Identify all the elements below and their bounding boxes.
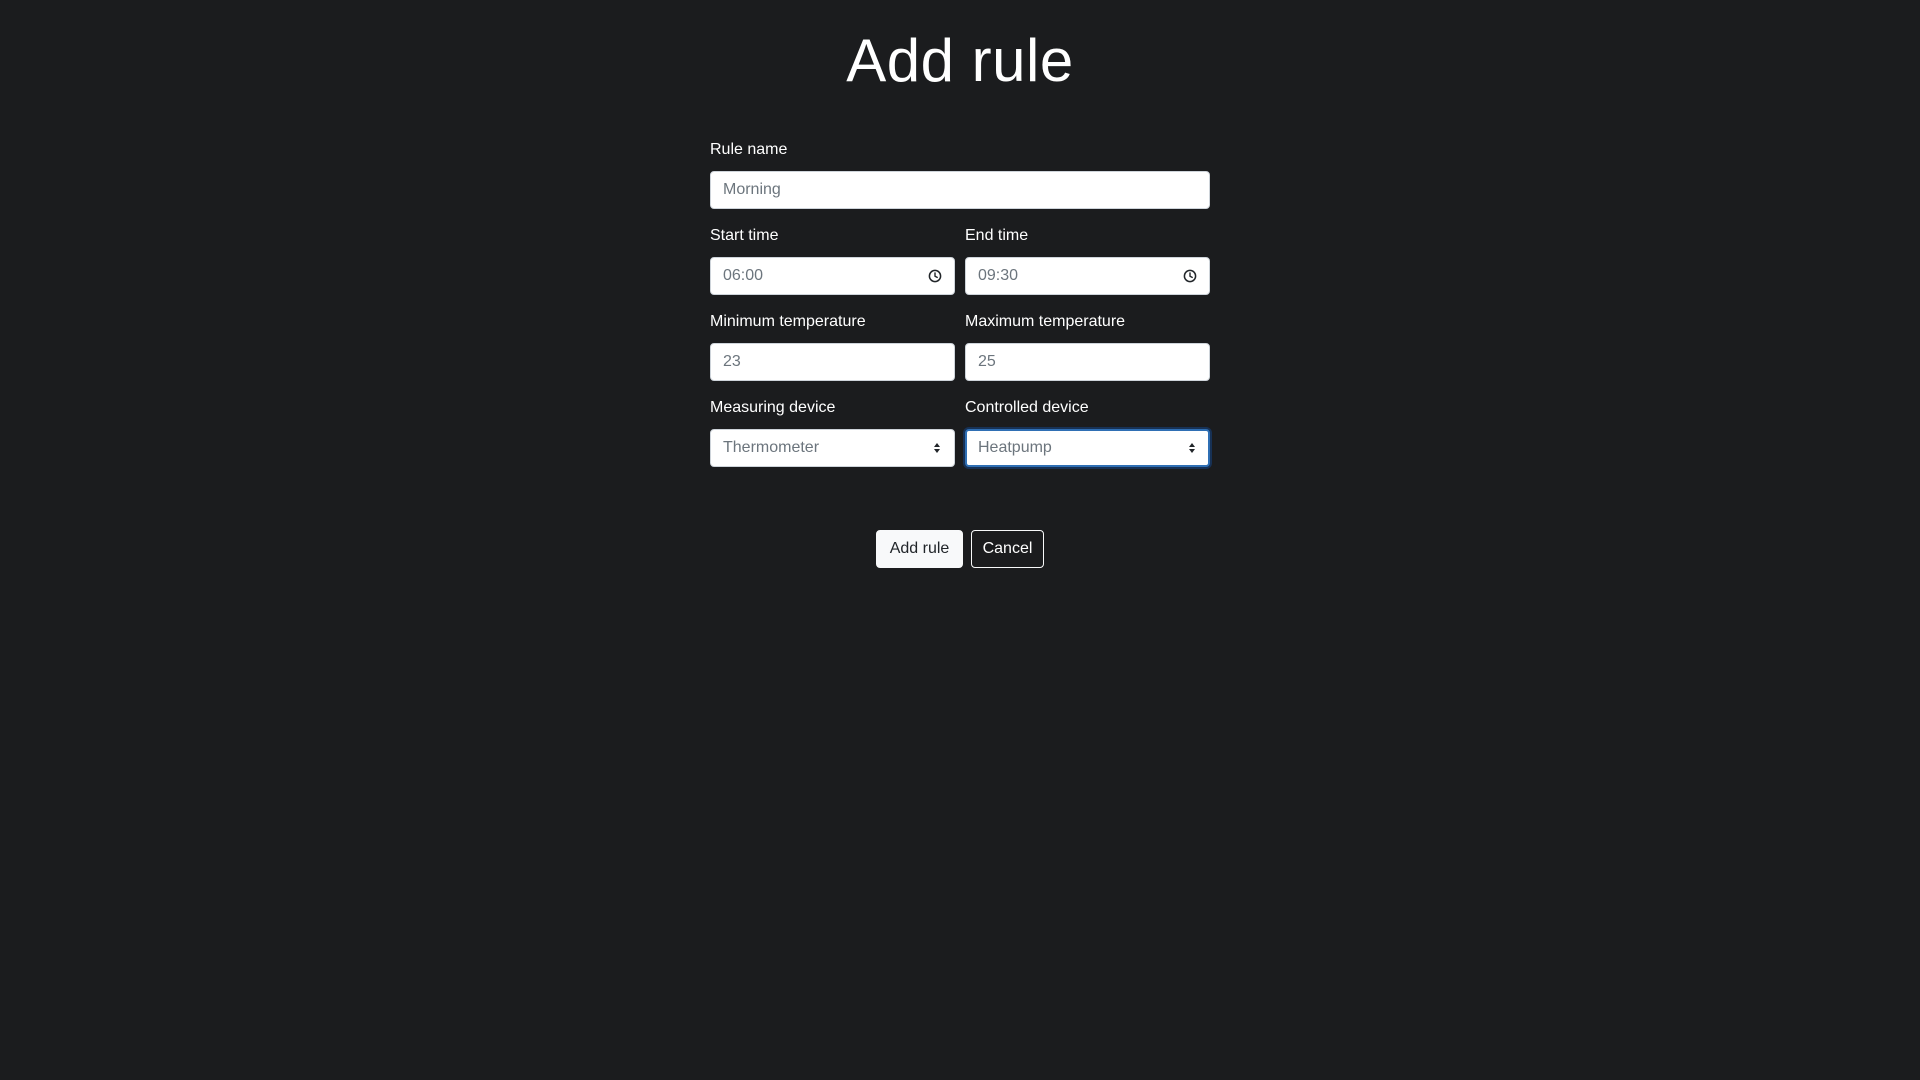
controlled-device-label: Controlled device	[965, 399, 1089, 416]
clock-icon[interactable]	[1183, 269, 1197, 283]
measuring-device-value: Thermometer	[723, 439, 820, 456]
add-rule-page: Add rule Rule name Morning Start time 06…	[0, 0, 1920, 1080]
measuring-device-select[interactable]: Thermometer	[710, 429, 955, 467]
min-temperature-input[interactable]: 23	[710, 343, 955, 381]
end-time-label: End time	[965, 227, 1029, 244]
clock-icon[interactable]	[928, 269, 942, 283]
controlled-device-select[interactable]: Heatpump	[965, 429, 1210, 467]
end-time-value: 09:30	[978, 267, 1019, 284]
add-rule-button[interactable]: Add rule	[876, 530, 963, 568]
measuring-device-label: Measuring device	[710, 399, 836, 416]
controlled-device-value: Heatpump	[978, 439, 1052, 456]
rule-name-value: Morning	[723, 181, 781, 198]
end-time-input[interactable]: 09:30	[965, 257, 1210, 295]
select-arrows-icon	[1187, 441, 1197, 455]
select-arrows-icon	[932, 441, 942, 455]
start-time-input[interactable]: 06:00	[710, 257, 955, 295]
rule-name-label: Rule name	[710, 141, 788, 158]
start-time-value: 06:00	[723, 267, 764, 284]
page-title: Add rule	[846, 27, 1074, 94]
max-temperature-label: Maximum temperature	[965, 313, 1126, 330]
min-temperature-label: Minimum temperature	[710, 313, 866, 330]
min-temperature-value: 23	[723, 353, 741, 370]
max-temperature-input[interactable]: 25	[965, 343, 1210, 381]
rule-name-input[interactable]: Morning	[710, 171, 1210, 209]
start-time-label: Start time	[710, 227, 779, 244]
max-temperature-value: 25	[978, 353, 996, 370]
cancel-button[interactable]: Cancel	[971, 530, 1044, 568]
